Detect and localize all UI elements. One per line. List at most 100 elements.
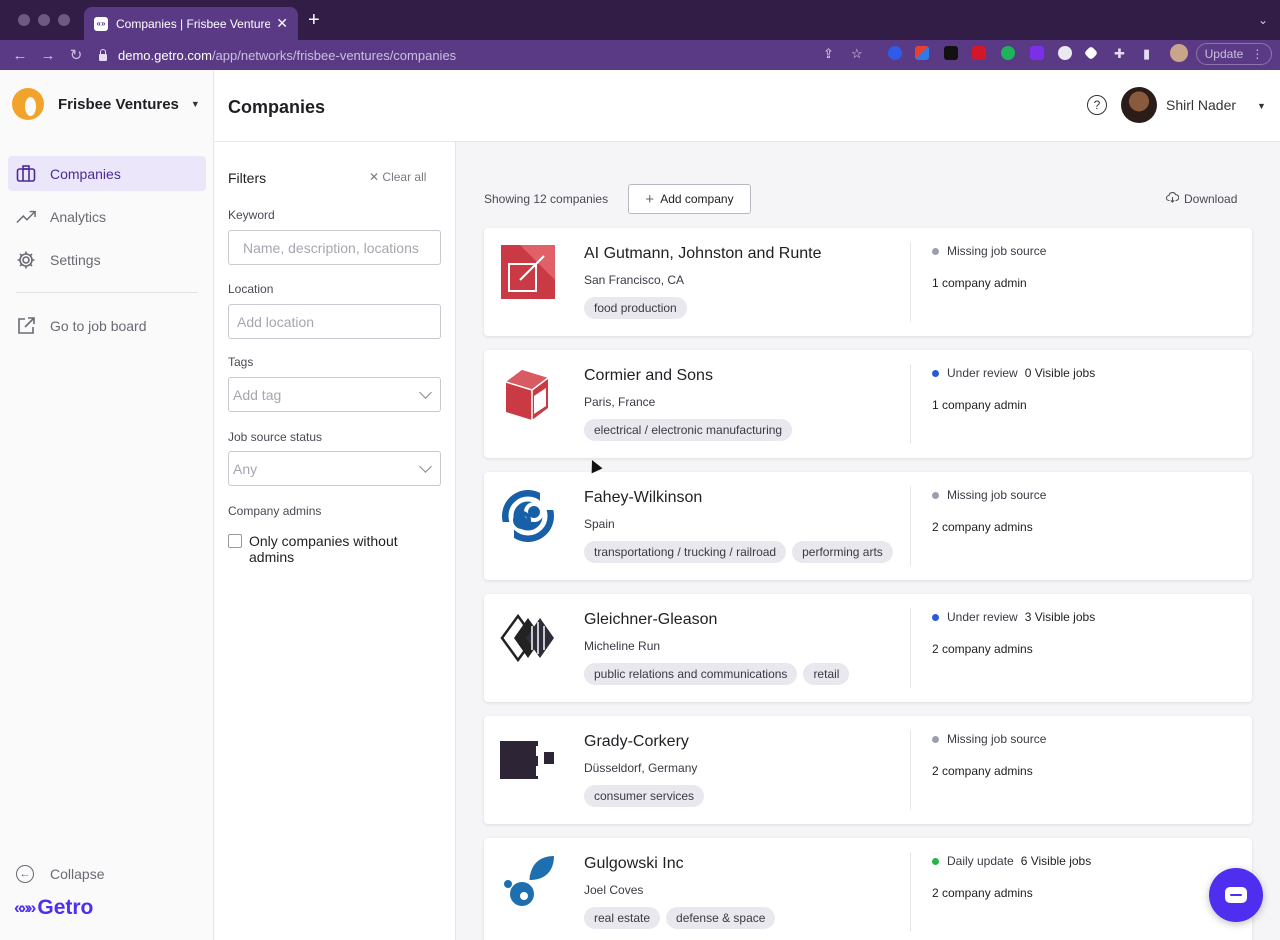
sidebar-item-label: Settings — [50, 251, 101, 268]
network-switcher[interactable]: Frisbee Ventures ▼ — [12, 88, 200, 120]
network-name: Frisbee Ventures — [58, 95, 179, 113]
no-admins-checkbox[interactable] — [228, 534, 242, 548]
arrow-left-circle-icon: ← — [16, 865, 34, 883]
company-name[interactable]: Gleichner-Gleason — [584, 611, 717, 629]
status-dot-icon — [932, 613, 939, 621]
sidebar-item-job-board[interactable]: Go to job board — [8, 308, 206, 343]
collapse-sidebar-button[interactable]: ← Collapse — [16, 865, 104, 883]
company-admins-count: 1 company admin — [932, 276, 1027, 290]
sidebar-item-settings[interactable]: Settings — [8, 242, 206, 277]
red-square-logo-icon — [500, 244, 556, 300]
filters-panel: Filters ✕ Clear all Keyword Name, descri… — [214, 142, 456, 940]
status-dot-icon — [932, 857, 939, 865]
puzzle-extensions-icon[interactable]: ✚ — [1114, 46, 1125, 62]
external-link-icon — [16, 316, 36, 336]
location-input[interactable]: Add location — [228, 304, 441, 339]
sidebar-item-analytics[interactable]: Analytics — [8, 199, 206, 234]
company-card[interactable]: Cormier and Sons Paris, France electrica… — [484, 350, 1252, 458]
minimize-window-button[interactable] — [38, 14, 50, 26]
company-admins-count: 2 company admins — [932, 764, 1033, 778]
sidebar-item-companies[interactable]: Companies — [8, 156, 206, 191]
company-location: Micheline Run — [584, 639, 661, 653]
side-panel-icon[interactable]: ▮ — [1143, 46, 1150, 62]
tab-close-icon[interactable]: ✕ — [276, 15, 288, 32]
status-text: Missing job source — [947, 244, 1047, 258]
extension-icon[interactable] — [915, 46, 929, 60]
companies-list-area: Showing 12 companies + Add company Downl… — [456, 142, 1280, 940]
getro-favicon-icon: «» — [94, 16, 108, 31]
extension-icon[interactable] — [1030, 46, 1044, 60]
browser-tab-strip: «» Companies | Frisbee Ventures | ✕ + ⌄ — [0, 0, 1280, 40]
clear-all-label: Clear all — [382, 170, 427, 184]
job-source-label: Job source status — [228, 430, 323, 444]
new-tab-button[interactable]: + — [308, 10, 320, 30]
status-text: Daily update — [947, 854, 1014, 868]
company-name[interactable]: Gulgowski Inc — [584, 855, 684, 873]
address-bar[interactable]: demo.getro.com/app/networks/frisbee-vent… — [98, 43, 880, 67]
company-card[interactable]: Gulgowski Inc Joel Coves real estate def… — [484, 838, 1252, 940]
extension-icon[interactable] — [1058, 46, 1072, 60]
tags-label: Tags — [228, 355, 254, 369]
add-company-button[interactable]: + Add company — [628, 184, 751, 214]
close-window-button[interactable] — [18, 14, 30, 26]
company-admins-count: 2 company admins — [932, 520, 1033, 534]
browser-update-button[interactable]: Update ⋮ — [1196, 43, 1272, 65]
tag: consumer services — [584, 785, 705, 807]
grammarly-icon[interactable] — [944, 46, 958, 60]
company-name[interactable]: Cormier and Sons — [584, 367, 713, 385]
status-dot-icon — [932, 369, 939, 377]
dark-blocks-logo-icon — [500, 732, 556, 788]
briefcase-icon — [16, 164, 36, 184]
chat-support-button[interactable] — [1209, 868, 1263, 922]
tab-search-chevron-icon[interactable]: ⌄ — [1258, 13, 1268, 27]
company-tags: food production — [584, 297, 687, 319]
status-badge: Under review 3 Visible jobs — [932, 610, 1095, 624]
tag: transportationg / trucking / railroad — [584, 541, 787, 563]
tag: retail — [803, 663, 850, 685]
forward-icon[interactable]: → — [40, 47, 56, 64]
extension-icon[interactable] — [1001, 46, 1015, 60]
company-name[interactable]: Fahey-Wilkinson — [584, 489, 702, 507]
url-host: demo.getro.com — [118, 47, 212, 63]
status-dot-icon — [932, 735, 939, 743]
browser-tab[interactable]: «» Companies | Frisbee Ventures | ✕ — [84, 7, 298, 40]
getro-mark-icon: «»» — [14, 898, 36, 917]
bookmark-star-icon[interactable]: ☆ — [851, 46, 863, 62]
keyword-placeholder: Name, description, locations — [243, 239, 419, 256]
company-card[interactable]: Fahey-Wilkinson Spain transportationg / … — [484, 472, 1252, 580]
status-badge: Missing job source — [932, 732, 1046, 746]
profile-avatar[interactable] — [1170, 44, 1188, 62]
job-source-value: Any — [233, 460, 258, 477]
zoom-window-button[interactable] — [58, 14, 70, 26]
download-button[interactable]: Download — [1165, 192, 1237, 206]
caret-down-icon[interactable]: ▼ — [1257, 101, 1266, 111]
gear-icon — [16, 250, 36, 270]
company-tags: real estate defense & space — [584, 907, 776, 929]
clear-all-button[interactable]: ✕ Clear all — [369, 170, 426, 184]
status-text: Missing job source — [947, 488, 1047, 502]
company-name[interactable]: Grady-Corkery — [584, 733, 689, 751]
company-admins-label: Company admins — [228, 504, 322, 518]
card-divider — [910, 486, 911, 566]
company-card[interactable]: Grady-Corkery Düsseldorf, Germany consum… — [484, 716, 1252, 824]
company-location: San Francisco, CA — [584, 273, 685, 287]
keyword-input[interactable]: Name, description, locations — [228, 230, 441, 265]
user-name[interactable]: Shirl Nader — [1166, 97, 1236, 113]
company-card[interactable]: Gleichner-Gleason Micheline Run public r… — [484, 594, 1252, 702]
company-name[interactable]: AI Gutmann, Johnston and Runte — [584, 245, 821, 263]
reload-icon[interactable]: ↻ — [68, 46, 84, 64]
no-admins-filter[interactable]: Only companies without admins — [228, 533, 419, 565]
company-card[interactable]: AI Gutmann, Johnston and Runte San Franc… — [484, 228, 1252, 336]
company-tags: transportationg / trucking / railroad pe… — [584, 541, 893, 563]
avatar[interactable] — [1121, 87, 1157, 123]
help-icon[interactable]: ? — [1087, 95, 1107, 115]
job-source-select[interactable]: Any — [228, 451, 441, 486]
status-badge: Daily update 6 Visible jobs — [932, 854, 1091, 868]
extension-icon[interactable] — [888, 46, 902, 60]
red-cube-logo-icon — [500, 366, 556, 422]
extension-icon[interactable] — [972, 46, 986, 60]
tags-select[interactable]: Add tag — [228, 377, 441, 412]
share-icon[interactable]: ⇪ — [823, 46, 834, 62]
visible-jobs: 0 Visible jobs — [1024, 366, 1096, 380]
back-icon[interactable]: ← — [12, 47, 28, 64]
